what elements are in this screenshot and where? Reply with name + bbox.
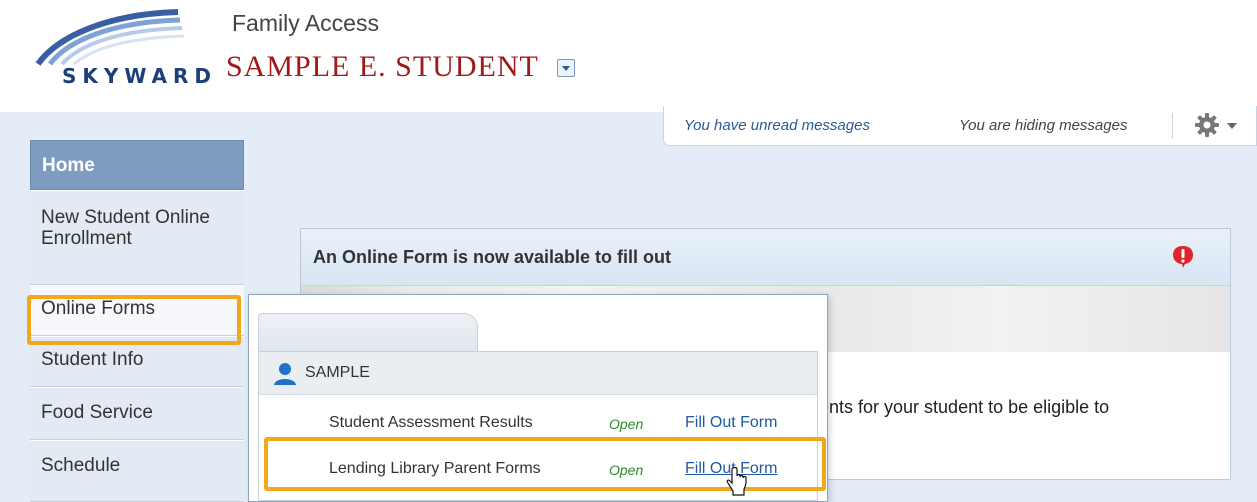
popup-tab[interactable]	[258, 313, 478, 351]
header: SKYWARD Family Access SAMPLE E. STUDENT	[0, 0, 1257, 98]
messages-bar: You have unread messages You are hiding …	[663, 106, 1257, 146]
chevron-down-icon[interactable]	[1227, 123, 1237, 129]
person-icon	[274, 363, 296, 385]
sidebar-item-online-forms[interactable]: Online Forms	[30, 286, 244, 336]
unread-messages-link[interactable]: You have unread messages	[684, 117, 870, 134]
student-name[interactable]: SAMPLE E. STUDENT	[226, 50, 539, 84]
sidebar: Home New Student Online Enrollment Onlin…	[30, 140, 244, 502]
form-status: Open	[609, 462, 644, 478]
hiding-messages-link[interactable]: You are hiding messages	[959, 117, 1127, 134]
app-title: Family Access	[232, 10, 379, 36]
divider	[1172, 113, 1173, 139]
sidebar-item-home[interactable]: Home	[30, 140, 244, 190]
logo-wordmark: SKYWARD	[62, 64, 218, 88]
form-row: Student Assessment Results Open Fill Out…	[259, 404, 817, 444]
student-dropdown-button[interactable]	[557, 59, 575, 77]
sidebar-item-student-info[interactable]: Student Info	[30, 337, 244, 387]
swoosh-logo-icon	[35, 9, 185, 66]
skyward-logo: SKYWARD	[28, 6, 211, 88]
form-name: Student Assessment Results	[329, 414, 533, 431]
sidebar-item-food-service[interactable]: Food Service	[30, 388, 244, 440]
panel-header: An Online Form is now available to fill …	[301, 229, 1230, 286]
gear-icon[interactable]	[1194, 112, 1220, 138]
hand-cursor-icon	[726, 467, 747, 496]
student-section-label: SAMPLE	[305, 364, 370, 381]
panel-body-text: ents for your student to be eligible to	[819, 397, 1110, 417]
exclamation-icon	[1173, 246, 1193, 268]
sidebar-item-new-student-online-enrollment[interactable]: New Student Online Enrollment	[30, 191, 244, 285]
student-section-header: SAMPLE	[259, 352, 817, 395]
form-name: Lending Library Parent Forms	[329, 460, 541, 477]
panel-title: An Online Form is now available to fill …	[313, 247, 672, 267]
form-status: Open	[609, 416, 644, 432]
sidebar-item-schedule[interactable]: Schedule	[30, 441, 244, 502]
fill-out-form-link[interactable]: Fill Out Form	[685, 414, 777, 432]
